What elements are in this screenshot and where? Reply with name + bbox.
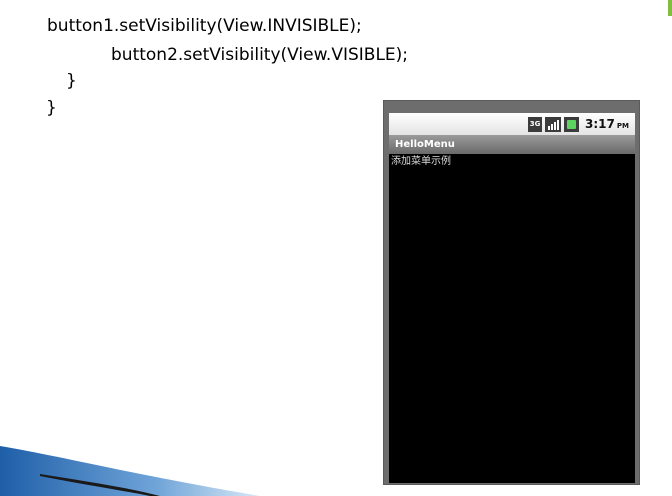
network-3g-icon: 3G — [528, 116, 543, 132]
status-bar: 3G 3:17 PM — [389, 113, 635, 135]
clock-ampm: PM — [616, 122, 629, 130]
battery-icon — [564, 116, 580, 132]
code-line-2: button2.setVisibility(View.VISIBLE); — [111, 45, 409, 65]
status-clock: 3:17 PM — [585, 117, 629, 131]
app-title-bar: HelloMenu — [389, 135, 635, 154]
code-line-4: } — [46, 98, 57, 118]
code-line-3: } — [66, 71, 77, 91]
content-text: 添加菜单示例 — [391, 156, 451, 167]
network-label: 3G — [529, 119, 541, 128]
clock-time: 3:17 — [585, 117, 615, 131]
slide-swoosh-decoration — [0, 446, 260, 496]
emulator-screen: 3G 3:17 PM HelloMenu 添加菜单示例 — [389, 113, 635, 483]
code-line-1: button1.setVisibility(View.INVISIBLE); — [47, 16, 362, 36]
signal-strength-icon — [545, 116, 562, 132]
android-emulator: 3G 3:17 PM HelloMenu 添加菜单示例 — [383, 100, 640, 485]
corner-decoration — [668, 0, 672, 16]
